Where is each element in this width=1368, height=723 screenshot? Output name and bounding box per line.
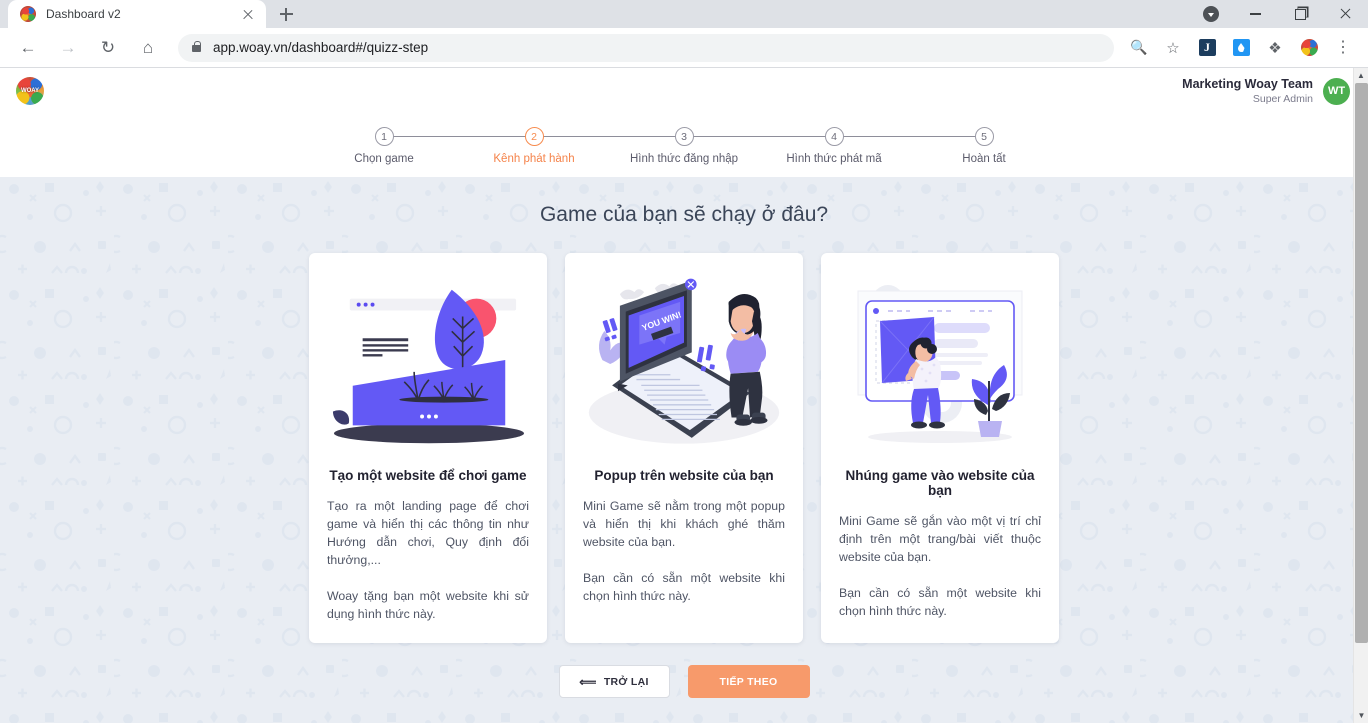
card-title: Popup trên website của bạn xyxy=(594,468,774,483)
user-name: Marketing Woay Team xyxy=(1182,76,1313,91)
bookmark-star-icon[interactable]: ☆ xyxy=(1159,34,1187,62)
stepper-bar: 1 Chọn game 2 Kênh phát hành 3 Hình thức… xyxy=(0,114,1368,177)
user-text: Marketing Woay Team Super Admin xyxy=(1182,77,1313,106)
step-connector-2 xyxy=(534,136,684,138)
download-indicator-button[interactable] xyxy=(1188,0,1233,28)
step-5-label: Hoàn tất xyxy=(962,153,1006,165)
card-title: Nhúng game vào website của bạn xyxy=(845,468,1035,498)
avatar[interactable]: WT xyxy=(1323,77,1350,105)
card-paragraph-2: Bạn cần có sẵn một website khi chọn hình… xyxy=(583,571,785,603)
step-1-number: 1 xyxy=(374,127,394,146)
step-2-number: 2 xyxy=(524,127,544,146)
step-1-label: Chọn game xyxy=(354,153,414,165)
browser-toolbar: ← → ↻ ⌂ app.woay.vn/dashboard#/quizz-ste… xyxy=(0,28,1368,68)
extension-journal-icon[interactable]: J xyxy=(1193,34,1221,62)
option-card-embed[interactable]: Nhúng game vào website của bạn Mini Game… xyxy=(821,253,1059,643)
extension-water-drop-icon[interactable] xyxy=(1227,34,1255,62)
back-button[interactable]: ⟸ TRỞ LẠI xyxy=(558,665,670,698)
home-icon[interactable]: ⌂ xyxy=(133,33,163,63)
main-content: Game của bạn sẽ chạy ở đâu? Tạo một webs… xyxy=(0,177,1368,723)
back-icon[interactable]: ← xyxy=(13,33,43,63)
tab-close-icon[interactable] xyxy=(240,6,256,22)
landing-page-website-illustration xyxy=(327,267,529,462)
step-5-number: 5 xyxy=(974,127,994,146)
lock-icon xyxy=(192,40,202,52)
caret-down-icon[interactable]: ▼ xyxy=(1354,708,1368,723)
next-button-label: TIẾP THEO xyxy=(719,675,778,688)
app-viewport: Marketing Woay Team Super Admin WT 1 Chọ… xyxy=(0,68,1368,723)
back-button-label: TRỞ LẠI xyxy=(603,675,649,688)
user-account-block[interactable]: Marketing Woay Team Super Admin WT xyxy=(1182,77,1350,106)
woay-logo-icon[interactable] xyxy=(16,77,44,105)
tab-title: Dashboard v2 xyxy=(46,7,121,21)
window-close-icon[interactable] xyxy=(1323,0,1368,28)
step-connector-1 xyxy=(384,136,534,138)
wizard-footer: ⟸ TRỞ LẠI TIẾP THEO xyxy=(0,665,1368,698)
address-bar[interactable]: app.woay.vn/dashboard#/quizz-step xyxy=(178,33,1114,62)
option-cards: Tạo một website để chơi game Tạo ra một … xyxy=(0,253,1368,643)
download-arrow-icon xyxy=(1202,6,1219,22)
step-connector-4 xyxy=(834,136,984,138)
chrome-menu-icon[interactable]: ⋮ xyxy=(1329,34,1357,62)
step-3-label: Hình thức đăng nhập xyxy=(629,153,739,165)
browser-tab[interactable]: Dashboard v2 xyxy=(8,0,266,28)
popup-you-win-illustration: YOU WIN! xyxy=(583,267,785,462)
tab-strip: Dashboard v2 xyxy=(0,0,1368,28)
browser-window: Dashboard v2 ← → ↻ ⌂ app.woay.vn/dashboa… xyxy=(0,0,1368,723)
zoom-out-icon[interactable]: 🔍 xyxy=(1125,34,1153,62)
minimize-icon[interactable] xyxy=(1233,0,1278,28)
address-bar-url: app.woay.vn/dashboard#/quizz-step xyxy=(213,40,429,55)
card-paragraph-1: Mini Game sẽ gắn vào một vị trí chỉ định… xyxy=(839,514,1041,564)
next-button[interactable]: TIẾP THEO xyxy=(687,665,810,698)
card-paragraph-2: Bạn cần có sẵn một website khi chọn hình… xyxy=(839,586,1041,618)
step-4-number: 4 xyxy=(824,127,844,146)
page-title: Game của bạn sẽ chạy ở đâu? xyxy=(539,203,829,226)
step-2-label: Kênh phát hành xyxy=(493,153,575,165)
new-tab-button[interactable] xyxy=(272,0,300,28)
card-paragraph-1: Mini Game sẽ nằm trong một popup và hiển… xyxy=(583,499,785,549)
scrollbar-thumb[interactable] xyxy=(1355,83,1368,643)
card-paragraph-2: Woay tặng bạn một website khi sử dụng hì… xyxy=(327,589,529,621)
step-connector-3 xyxy=(684,136,834,138)
option-card-popup[interactable]: YOU WIN! Popup trên website của bạn Mini… xyxy=(565,253,803,643)
user-role: Super Admin xyxy=(1252,92,1313,105)
reload-icon[interactable]: ↻ xyxy=(93,33,123,63)
option-card-landing-page[interactable]: Tạo một website để chơi game Tạo ra một … xyxy=(309,253,547,643)
step-4-label: Hình thức phát mã xyxy=(786,153,882,165)
extension-woay-icon[interactable] xyxy=(1295,34,1323,62)
maximize-icon[interactable] xyxy=(1278,0,1323,28)
extensions-puzzle-icon[interactable]: ❖ xyxy=(1261,34,1289,62)
page-scrollbar[interactable]: ▲ ▼ xyxy=(1353,68,1368,723)
embed-game-website-illustration xyxy=(839,267,1041,462)
step-3-number: 3 xyxy=(674,127,694,146)
caret-up-icon[interactable]: ▲ xyxy=(1354,68,1368,83)
card-paragraph-1: Tạo ra một landing page để chơi game và … xyxy=(327,499,529,567)
card-title: Tạo một website để chơi game xyxy=(329,468,527,483)
app-header: Marketing Woay Team Super Admin WT xyxy=(0,68,1368,114)
tab-favicon-icon xyxy=(20,6,36,22)
window-controls xyxy=(1188,0,1368,28)
arrow-left-icon: ⟸ xyxy=(579,674,597,689)
forward-icon: → xyxy=(59,37,77,57)
stepper: 1 Chọn game 2 Kênh phát hành 3 Hình thức… xyxy=(354,127,1006,165)
